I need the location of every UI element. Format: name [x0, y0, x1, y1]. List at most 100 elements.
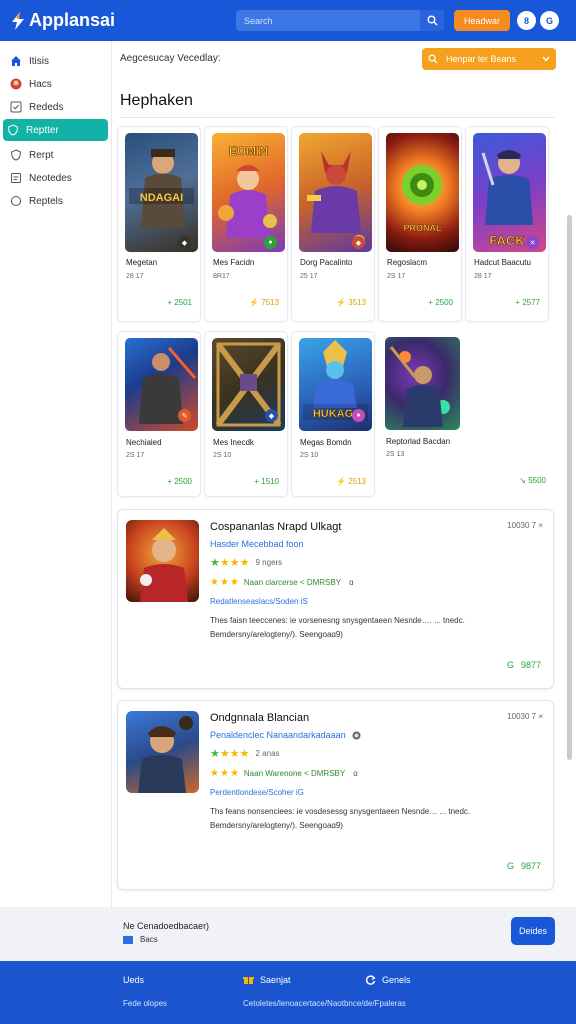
bottom-banner: Ne Cenadoedbacaer) Bacs Deides: [0, 907, 576, 961]
gift-icon: [243, 977, 254, 984]
art-title: NDAGAI: [140, 192, 183, 204]
footer: Ueds Saenjat Genels Fede olopes Cetolete…: [0, 961, 576, 1024]
sidebar-item-reptels[interactable]: Reptels: [6, 190, 106, 212]
banner-subtext: Bacs: [123, 935, 158, 944]
search-icon: [428, 54, 438, 64]
game-meta: 2S 17: [387, 273, 406, 280]
sidebar-item-label: Hacs: [29, 78, 52, 90]
footer-link-1[interactable]: Ueds: [123, 975, 144, 985]
section-divider: [120, 117, 555, 118]
price-icon: G: [506, 660, 514, 670]
review-source-link[interactable]: Redatlenseaslacs/Soden iS: [210, 597, 308, 606]
game-name: Nechialed: [126, 438, 162, 447]
game-name: Reptorlad Bacdan: [386, 437, 451, 446]
sidebar-item-games[interactable]: Hacs: [6, 73, 106, 95]
price-icon: ⚡: [249, 298, 259, 307]
sidebar-item-label: Rerpt: [29, 149, 54, 161]
scrollbar-thumb[interactable]: [567, 215, 572, 760]
game-meta: 2S 10: [213, 452, 232, 459]
game-card[interactable]: EOMIN ● Mes Facidn 8R17 ⚡ 7513: [204, 126, 288, 322]
avatar-icon: [10, 78, 22, 90]
search-input[interactable]: Search: [236, 16, 420, 26]
home-icon: [10, 55, 22, 67]
footer-small-right[interactable]: Cetoletes/lenoacertace/Naotbnce/de/Fpale…: [243, 999, 406, 1008]
notification-button[interactable]: 8: [517, 11, 536, 30]
profile-button[interactable]: G: [540, 11, 559, 30]
game-art: FACK: [473, 133, 546, 252]
sidebar-item-label: Reptter: [26, 124, 59, 136]
game-art: EOMIN: [212, 133, 285, 252]
game-card[interactable]: ◆ Mes Inecdk 2S 10 + 1510: [204, 331, 288, 497]
game-art: NDAGAI: [125, 133, 198, 252]
game-name: Dorg Pacalinto: [300, 258, 353, 267]
footer-small-left[interactable]: Fede olopes: [123, 999, 167, 1008]
top-bar: Applansai Search Headwar 8 G: [0, 0, 576, 41]
game-card[interactable]: HUKAG ● Megas Bomdn 2S 10 ⚡ 2513: [291, 331, 375, 497]
rating-count: 9 ngers: [255, 558, 283, 567]
sidebar-item-reptter[interactable]: Reptter: [3, 119, 108, 141]
game-card[interactable]: NDAGAI ◆ Megetan 28 17 + 2501: [117, 126, 201, 322]
rating-stars: ★ ★ ★ ★ 2 anas: [210, 748, 280, 760]
game-name: Megas Bomdn: [300, 438, 352, 447]
platform-badge-icon: ✎: [178, 409, 191, 422]
footer-link-2[interactable]: Saenjat: [243, 975, 291, 985]
sidebar-item-neotedes[interactable]: Neotedes: [6, 167, 106, 189]
price-icon: ⚡: [336, 298, 346, 307]
platform-badge-icon: ✕: [526, 236, 539, 249]
banner-cta-button[interactable]: Deides: [511, 917, 555, 945]
review-body-end: ɑ9): [331, 821, 343, 830]
search-icon: [427, 15, 437, 26]
platform-badge-icon: ◆: [265, 409, 278, 422]
review-meta: ★ ★ ★ Naan Warenone < DMRSBY ɑ: [210, 768, 358, 779]
game-card[interactable]: FACK ✕ Hadcut Baacutu 28 17 + 2577: [465, 126, 549, 322]
game-meta: 28 17: [126, 273, 144, 280]
filter-label: Henpar ler Beans: [446, 54, 517, 64]
review-developer-link[interactable]: Hasder Mecebbad foon: [210, 539, 304, 549]
game-card[interactable]: ✎ Nechialed 2S 17 + 2500: [117, 331, 201, 497]
game-meta: 2S 17: [126, 452, 145, 459]
art-title: FACK: [489, 233, 525, 248]
search-bar[interactable]: Search: [236, 10, 444, 31]
rating-count: 2 anas: [255, 749, 280, 758]
review-body-end: ɑ9): [331, 630, 343, 639]
game-name: Hadcut Baacutu: [474, 258, 531, 267]
game-price: ⚡ 7513: [249, 298, 279, 307]
breadcrumb: Aegcesucay Vecedlay:: [120, 53, 221, 64]
filter-button[interactable]: Henpar ler Beans: [422, 48, 556, 70]
sidebar-item-label: Reptels: [29, 195, 63, 207]
search-button[interactable]: [420, 10, 444, 31]
platform-badge-icon: ●: [264, 236, 277, 249]
sidebar-item-label: Rededs: [29, 101, 64, 113]
art-title: HUKAG: [313, 408, 353, 420]
review-card[interactable]: Ondgnnala Blancian 10030 7 × Penaldencle…: [117, 700, 554, 890]
platform-badge-icon: ◆: [178, 236, 191, 249]
circle-icon: [10, 195, 22, 207]
game-card[interactable]: Reptorlad Bacdan 2S 13 ↘ 5500: [378, 331, 554, 497]
sidebar-item-rerpt[interactable]: Rerpt: [6, 144, 106, 166]
game-price: ⚡ 3513: [336, 298, 366, 307]
price-icon: +: [515, 298, 520, 307]
price-icon: +: [167, 477, 172, 486]
game-card[interactable]: ◆ Dorg Pacalinto 25 17 ⚡ 3513: [291, 126, 375, 322]
checkbox-icon: [10, 101, 22, 113]
game-card[interactable]: PRONAL Regoslacm 2S 17 + 2500: [378, 126, 462, 322]
review-timestamp: 10030 7 ×: [507, 521, 543, 530]
review-source-link[interactable]: Perdentlondese/Scoher iG: [210, 788, 304, 797]
game-price: ↘ 5500: [519, 476, 546, 485]
review-price: G 9877: [506, 861, 541, 871]
header-action-button[interactable]: Headwar: [454, 10, 510, 31]
app-logo[interactable]: Applansai: [10, 10, 115, 31]
info-icon: ɑ: [349, 578, 354, 587]
info-icon: ɑ: [353, 769, 358, 778]
sidebar-item-rededs[interactable]: Rededs: [6, 96, 106, 118]
price-icon: +: [167, 298, 172, 307]
game-name: Megetan: [126, 258, 158, 267]
review-card[interactable]: Cospananlas Nrapd Ulkagt 10030 7 × Hasde…: [117, 509, 554, 689]
footer-link-3[interactable]: Genels: [366, 975, 411, 985]
price-icon: ⚡: [336, 477, 346, 486]
art-title: PRONAL: [404, 223, 443, 233]
game-art: PRONAL: [386, 133, 459, 252]
review-title: Cospananlas Nrapd Ulkagt: [210, 521, 342, 533]
review-developer-link[interactable]: Penaldenclec Nanaandarkadaaan: [210, 730, 361, 740]
sidebar-item-home[interactable]: Itisis: [6, 50, 106, 72]
